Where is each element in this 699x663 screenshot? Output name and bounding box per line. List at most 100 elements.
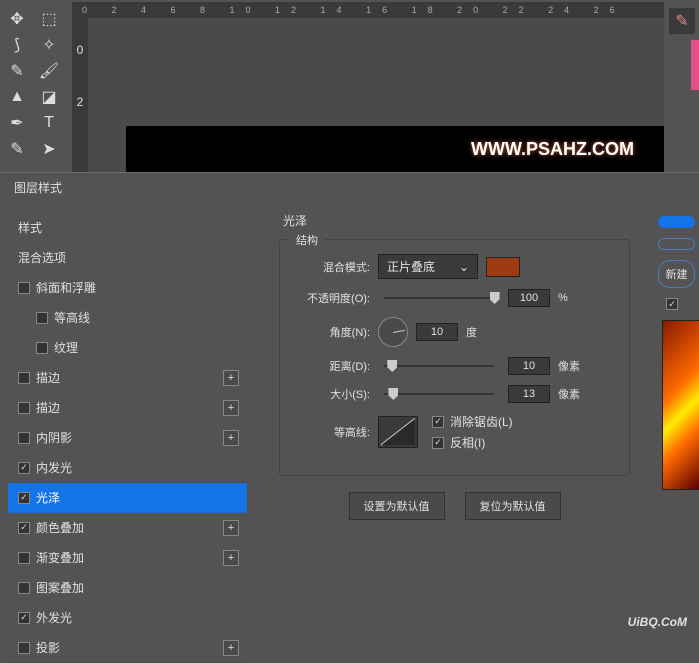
style-checkbox[interactable]: [18, 552, 30, 564]
style-checkbox[interactable]: [18, 522, 30, 534]
style-item-9[interactable]: 渐变叠加 +: [8, 543, 247, 573]
style-item-0[interactable]: 斜面和浮雕: [8, 273, 247, 303]
style-checkbox[interactable]: [18, 582, 30, 594]
path-tool[interactable]: ✎: [2, 137, 32, 161]
antialias-checkbox[interactable]: 消除锯齿(L): [432, 413, 513, 430]
ruler-tick: 0: [77, 43, 84, 57]
effect-preview: [662, 320, 699, 490]
style-item-12[interactable]: 投影 +: [8, 633, 247, 663]
style-item-11[interactable]: 外发光: [8, 603, 247, 633]
angle-input[interactable]: [416, 323, 458, 341]
type-tool[interactable]: T: [34, 111, 64, 135]
style-checkbox[interactable]: [18, 462, 30, 474]
invert-label: 反相(I): [450, 434, 485, 451]
dialog-buttons-panel: 新建: [654, 202, 699, 637]
angle-dial[interactable]: [378, 317, 408, 347]
new-style-button[interactable]: 新建: [658, 260, 695, 288]
brush-tool[interactable]: 🖌: [34, 59, 64, 83]
style-label: 描边: [36, 369, 60, 386]
document-canvas[interactable]: WWW.PSAHZ.COM: [126, 126, 664, 172]
watermark: UiBQ.CoM: [628, 610, 687, 631]
style-label: 纹理: [54, 339, 78, 356]
style-item-4[interactable]: 描边 +: [8, 393, 247, 423]
style-label: 图案叠加: [36, 579, 84, 596]
add-effect-icon[interactable]: +: [223, 370, 239, 386]
style-label: 等高线: [54, 309, 90, 326]
pointer-tool[interactable]: ➤: [34, 137, 64, 161]
style-checkbox[interactable]: [18, 432, 30, 444]
ruler-vertical: 0 2: [72, 18, 88, 172]
styles-header[interactable]: 样式: [8, 212, 247, 243]
reset-default-button[interactable]: 复位为默认值: [465, 492, 561, 520]
style-item-5[interactable]: 内阴影+: [8, 423, 247, 453]
size-unit: 像素: [558, 386, 588, 402]
color-panel-edge: [691, 40, 699, 90]
opacity-input[interactable]: [508, 289, 550, 307]
style-checkbox[interactable]: [18, 282, 30, 294]
ruler-horizontal: 0 2 4 6 8 10 12 14 16 18 20 22 24 26: [72, 2, 664, 18]
eyedropper-tool[interactable]: ✎: [2, 59, 32, 83]
color-swatch[interactable]: [486, 257, 520, 277]
style-label: 描边: [36, 399, 60, 416]
style-checkbox[interactable]: [18, 492, 30, 504]
style-item-2[interactable]: 纹理: [8, 333, 247, 363]
distance-input[interactable]: [508, 357, 550, 375]
opacity-label: 不透明度(O):: [298, 290, 370, 306]
ruler-tick: 2: [77, 95, 84, 109]
style-checkbox[interactable]: [18, 402, 30, 414]
invert-checkbox[interactable]: 反相(I): [432, 434, 513, 451]
blend-mode-select[interactable]: 正片叠底 ⌄: [378, 254, 478, 279]
chevron-down-icon: ⌄: [459, 260, 469, 274]
size-slider[interactable]: [384, 393, 494, 395]
style-label: 光泽: [36, 489, 60, 506]
style-item-6[interactable]: 内发光: [8, 453, 247, 483]
distance-unit: 像素: [558, 358, 588, 374]
style-label: 外发光: [36, 609, 72, 626]
stamp-tool[interactable]: ▲: [2, 85, 32, 109]
style-label: 颜色叠加: [36, 519, 84, 536]
add-effect-icon[interactable]: +: [223, 400, 239, 416]
preview-checkbox[interactable]: [658, 298, 695, 310]
add-effect-icon[interactable]: +: [223, 550, 239, 566]
style-checkbox[interactable]: [18, 372, 30, 384]
settings-panel: 光泽 结构 混合模式: 正片叠底 ⌄ 不透明度(O): % 角度(N):: [255, 202, 654, 637]
style-label: 投影: [36, 639, 60, 656]
canvas-background: WWW.PSAHZ.COM: [88, 18, 664, 172]
contour-picker[interactable]: [378, 416, 418, 448]
style-item-8[interactable]: 颜色叠加 +: [8, 513, 247, 543]
add-effect-icon[interactable]: +: [223, 430, 239, 446]
angle-label: 角度(N):: [298, 324, 370, 340]
opacity-slider[interactable]: [384, 297, 494, 299]
structure-group: 结构 混合模式: 正片叠底 ⌄ 不透明度(O): % 角度(N): 度: [279, 239, 630, 476]
ok-button[interactable]: [658, 216, 695, 228]
style-item-1[interactable]: 等高线: [8, 303, 247, 333]
styles-list-panel: 样式 混合选项 斜面和浮雕等高线纹理描边+描边+内阴影+内发光光泽颜色叠加+渐变…: [0, 202, 255, 637]
style-checkbox[interactable]: [18, 642, 30, 654]
lasso-tool[interactable]: ⟆: [2, 33, 32, 57]
style-checkbox[interactable]: [36, 312, 48, 324]
wand-tool[interactable]: ✧: [34, 33, 64, 57]
marquee-tool[interactable]: ⬚: [34, 7, 64, 31]
blend-mode-label: 混合模式:: [298, 259, 370, 275]
style-item-10[interactable]: 图案叠加: [8, 573, 247, 603]
style-label: 渐变叠加: [36, 549, 84, 566]
size-input[interactable]: [508, 385, 550, 403]
blending-options[interactable]: 混合选项: [8, 243, 247, 273]
move-tool[interactable]: ✥: [2, 7, 32, 31]
style-checkbox[interactable]: [18, 612, 30, 624]
eraser-tool[interactable]: ◪: [34, 85, 64, 109]
add-effect-icon[interactable]: +: [223, 640, 239, 656]
style-item-3[interactable]: 描边 +: [8, 363, 247, 393]
angle-unit: 度: [466, 324, 496, 340]
distance-slider[interactable]: [384, 365, 494, 367]
make-default-button[interactable]: 设置为默认值: [349, 492, 445, 520]
style-label: 内发光: [36, 459, 72, 476]
style-item-7[interactable]: 光泽: [8, 483, 247, 513]
style-checkbox[interactable]: [36, 342, 48, 354]
add-effect-icon[interactable]: +: [223, 520, 239, 536]
blend-mode-value: 正片叠底: [387, 258, 435, 275]
cancel-button[interactable]: [658, 238, 695, 250]
group-label: 结构: [290, 232, 324, 248]
pen-tool[interactable]: ✒: [2, 111, 32, 135]
edit-icon[interactable]: ✎: [669, 8, 695, 34]
